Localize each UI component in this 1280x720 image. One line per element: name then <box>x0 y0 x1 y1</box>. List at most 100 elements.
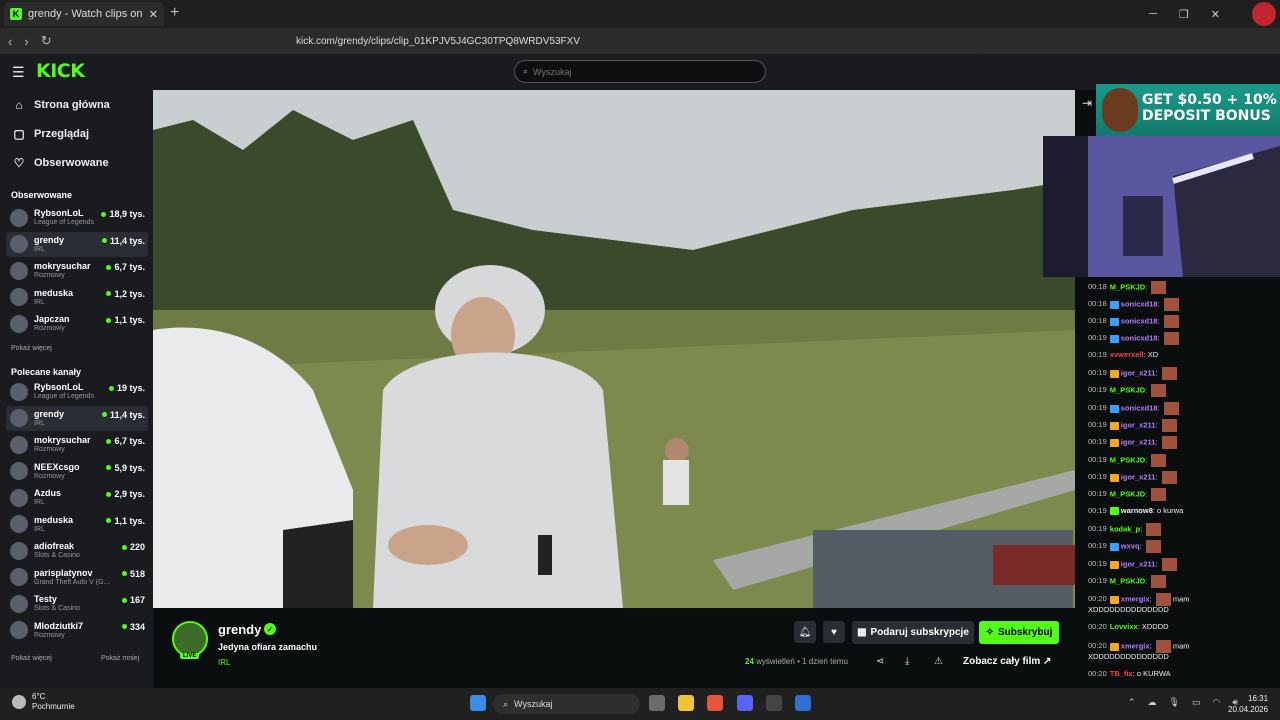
channel-name[interactable]: grendy <box>218 622 261 637</box>
watch-full-video-button[interactable]: Zobacz cały film ↗ <box>963 656 1051 667</box>
kick-logo[interactable]: KICK <box>36 60 85 82</box>
chat-message: 00:19 igor_x211: <box>1088 558 1177 571</box>
maximize-button[interactable]: ❐ <box>1179 8 1189 21</box>
chat-username[interactable]: M_PSKJD <box>1110 282 1145 291</box>
channel-category: IRL <box>34 298 45 306</box>
casino-ad-banner[interactable]: GET $0.50 + 10% DEPOSIT BONUS <box>1096 84 1280 136</box>
channel-category[interactable]: IRL <box>218 658 230 667</box>
sidebar-channel[interactable]: NEEXcsgo Rozmowy 5,9 tys. <box>6 459 148 484</box>
url-field[interactable]: kick.com/grendy/clips/clip_01KPJV5J4GC30… <box>270 31 990 51</box>
nav-browse[interactable]: ▢ Przeglądaj <box>12 127 89 141</box>
chat-username[interactable]: Lovvixx <box>1110 622 1138 631</box>
chat-username[interactable]: igor_x211 <box>1121 472 1156 481</box>
sidebar-channel[interactable]: mokrysuchar Rozmowy 6,7 tys. <box>6 432 148 457</box>
brave-browser-icon[interactable] <box>707 695 723 711</box>
chat-username[interactable]: sonicxd18 <box>1121 403 1158 412</box>
chat-username[interactable]: TB_fix <box>1110 669 1133 678</box>
nav-home[interactable]: ⌂ Strona główna <box>12 98 109 112</box>
chat-username[interactable]: xvwerxell <box>1110 350 1144 359</box>
chat-username[interactable]: igor_x211 <box>1121 437 1156 446</box>
sidebar-channel[interactable]: meduska IRL 1,1 tys. <box>6 512 148 537</box>
browser-tab[interactable]: K grendy - Watch clips on Kick ✕ <box>4 2 164 26</box>
nav-following[interactable]: ♡ Obserwowane <box>12 156 109 170</box>
chat-text: mam <box>1172 594 1190 604</box>
profile-avatar[interactable] <box>1252 2 1276 26</box>
sidebar-channel[interactable]: Testy Slots & Casino 167 <box>6 591 148 616</box>
chat-username[interactable]: xmergix <box>1121 641 1150 650</box>
gift-subscription-button[interactable]: ▦ Podaruj subskrypcje <box>852 621 974 644</box>
chat-username[interactable]: igor_x211 <box>1121 420 1156 429</box>
recommended-show-less[interactable]: Pokaż mniej <box>101 655 139 662</box>
sidebar-channel[interactable]: parisplatynov Grand Theft Auto V (G... 518 <box>6 565 148 590</box>
sidebar-channel[interactable]: RybsonLoL League of Legends 18,9 tys. <box>6 205 148 230</box>
chat-username[interactable]: warnow8 <box>1121 506 1153 515</box>
chat-username[interactable]: wxvq <box>1121 541 1140 550</box>
minimize-button[interactable]: ─ <box>1149 8 1157 20</box>
chat-timestamp: 00:19 <box>1088 385 1107 395</box>
file-explorer-icon[interactable] <box>678 695 694 711</box>
windows-start-icon[interactable] <box>470 695 486 711</box>
sidebar-channel[interactable]: RybsonLoL League of Legends 19 tys. <box>6 379 148 404</box>
obs-icon[interactable] <box>766 695 782 711</box>
sidebar-channel[interactable]: grendy IRL 11,4 tys. <box>6 405 148 431</box>
tab-close-icon[interactable]: ✕ <box>149 8 158 21</box>
search-input[interactable] <box>533 66 734 77</box>
channel-name: meduska <box>34 514 74 525</box>
recommended-show-more[interactable]: Pokaż więcej <box>11 655 52 662</box>
follow-heart-button[interactable]: ♥ <box>823 621 845 643</box>
menu-icon[interactable]: ☰ <box>12 64 25 81</box>
task-view-icon[interactable] <box>649 695 665 711</box>
taskbar-clock[interactable]: 16:31 20.04.2026 <box>1228 693 1268 715</box>
taskbar-search[interactable]: ⌕ Wyszukaj <box>493 694 640 714</box>
chat-username[interactable]: sonicxd18 <box>1121 316 1158 325</box>
close-window-button[interactable]: ✕ <box>1211 8 1220 21</box>
search-box[interactable]: ⌕ <box>514 60 766 83</box>
channel-avatar <box>10 594 28 613</box>
reload-icon[interactable]: ↻ <box>41 33 52 49</box>
report-icon[interactable]: ⚠ <box>934 656 943 667</box>
streamer-camera <box>1043 136 1280 277</box>
channel-avatar[interactable] <box>172 621 208 657</box>
chat-username[interactable]: M_PSKJD <box>1110 489 1145 498</box>
sidebar-channel[interactable]: mokrysuchar Rozmowy 6,7 tys. <box>6 258 148 283</box>
wifi-icon[interactable]: ◠ <box>1213 697 1221 708</box>
discord-icon[interactable] <box>737 695 753 711</box>
chat-username[interactable]: igor_x211 <box>1121 368 1156 377</box>
channel-avatar <box>10 235 28 253</box>
chat-username[interactable]: M_PSKJD <box>1110 385 1145 394</box>
sidebar-channel[interactable]: Japczan Rozmowy 1,1 tys. <box>6 311 148 336</box>
chat-username[interactable]: sonicxd18 <box>1121 299 1158 308</box>
subscribe-button[interactable]: ✧ Subskrybuj <box>979 621 1059 644</box>
sidebar-channel[interactable]: meduska IRL 1,2 tys. <box>6 285 148 310</box>
chevron-up-icon[interactable]: ⌃ <box>1128 697 1136 708</box>
sidebar-channel[interactable]: Mlodziutki7 Rozmowy 334 <box>6 618 148 643</box>
clip-video-player[interactable] <box>153 90 1075 608</box>
notification-bell-button[interactable]: 🔔︎ <box>794 621 816 643</box>
channel-avatar <box>10 435 28 454</box>
chat-username[interactable]: M_PSKJD <box>1110 455 1145 464</box>
microphone-icon[interactable]: 🎙︎ <box>1169 697 1180 708</box>
display-icon[interactable]: ▭ <box>1192 697 1201 708</box>
sidebar-channel[interactable]: grendy IRL 11,4 tys. <box>6 231 148 257</box>
chat-username[interactable]: kodak_p <box>1110 524 1140 533</box>
share-icon[interactable]: ⋖ <box>876 656 884 667</box>
chat-message: 00:19 sonicxd18: <box>1088 332 1179 345</box>
back-icon[interactable]: ‹ <box>8 34 12 49</box>
chat-username[interactable]: sonicxd18 <box>1121 333 1158 342</box>
chat-username[interactable]: M_PSKJD <box>1110 576 1145 585</box>
network-icon[interactable]: ☁ <box>1148 697 1157 708</box>
weather-widget[interactable]: 6°C Pochmurnie <box>12 692 75 712</box>
clock-time: 16:31 <box>1248 694 1269 703</box>
app-icon[interactable] <box>795 695 811 711</box>
chat-username[interactable]: igor_x211 <box>1121 559 1156 568</box>
download-icon[interactable]: ⤓ <box>905 656 909 667</box>
sidebar-channel[interactable]: Azdus IRL 2,9 tys. <box>6 485 148 510</box>
followed-show-more[interactable]: Pokaż więcej <box>11 345 52 352</box>
bell-icon: 🔔︎ <box>798 626 812 638</box>
chat-username[interactable]: xmergix <box>1121 594 1150 603</box>
forward-icon[interactable]: › <box>24 34 28 49</box>
channel-name: Mlodziutki7 <box>34 620 83 631</box>
sidebar-channel[interactable]: adiofreak Slots & Casino 220 <box>6 538 148 563</box>
collapse-chat-icon[interactable]: ⇥ <box>1082 96 1092 110</box>
new-tab-button[interactable]: + <box>170 4 179 22</box>
